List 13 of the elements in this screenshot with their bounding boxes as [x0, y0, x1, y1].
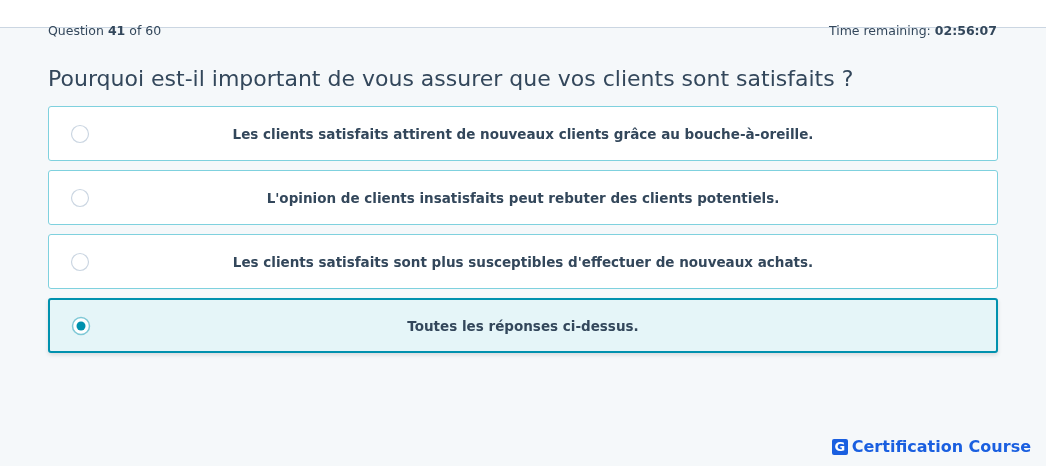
answer-option[interactable]: L'opinion de clients insatisfaits peut rebuter des clients potentiels.	[48, 170, 998, 225]
radio-icon	[71, 315, 91, 336]
answer-option[interactable]: Toutes les réponses ci-dessus.	[48, 298, 998, 353]
radio-icon	[70, 251, 90, 272]
radio-icon	[70, 123, 90, 144]
brand-name: Certification Course	[851, 437, 1031, 456]
answer-option[interactable]: Les clients satisfaits attirent de nouveaux clients grâce au bouche-à-oreille.	[48, 106, 998, 161]
radio-icon	[70, 187, 90, 208]
logo-mark: G	[831, 438, 848, 455]
question-counter: Question 41 of 60	[48, 23, 162, 40]
question-text: Pourquoi est-il important de vous assurer que vos clients sont satisfaits ?	[48, 65, 855, 93]
time-remaining: Time remaining: 02:56:07	[828, 23, 997, 40]
answer-option[interactable]: Les clients satisfaits sont plus susceptibles d'effectuer de nouveaux achats.	[48, 234, 998, 289]
